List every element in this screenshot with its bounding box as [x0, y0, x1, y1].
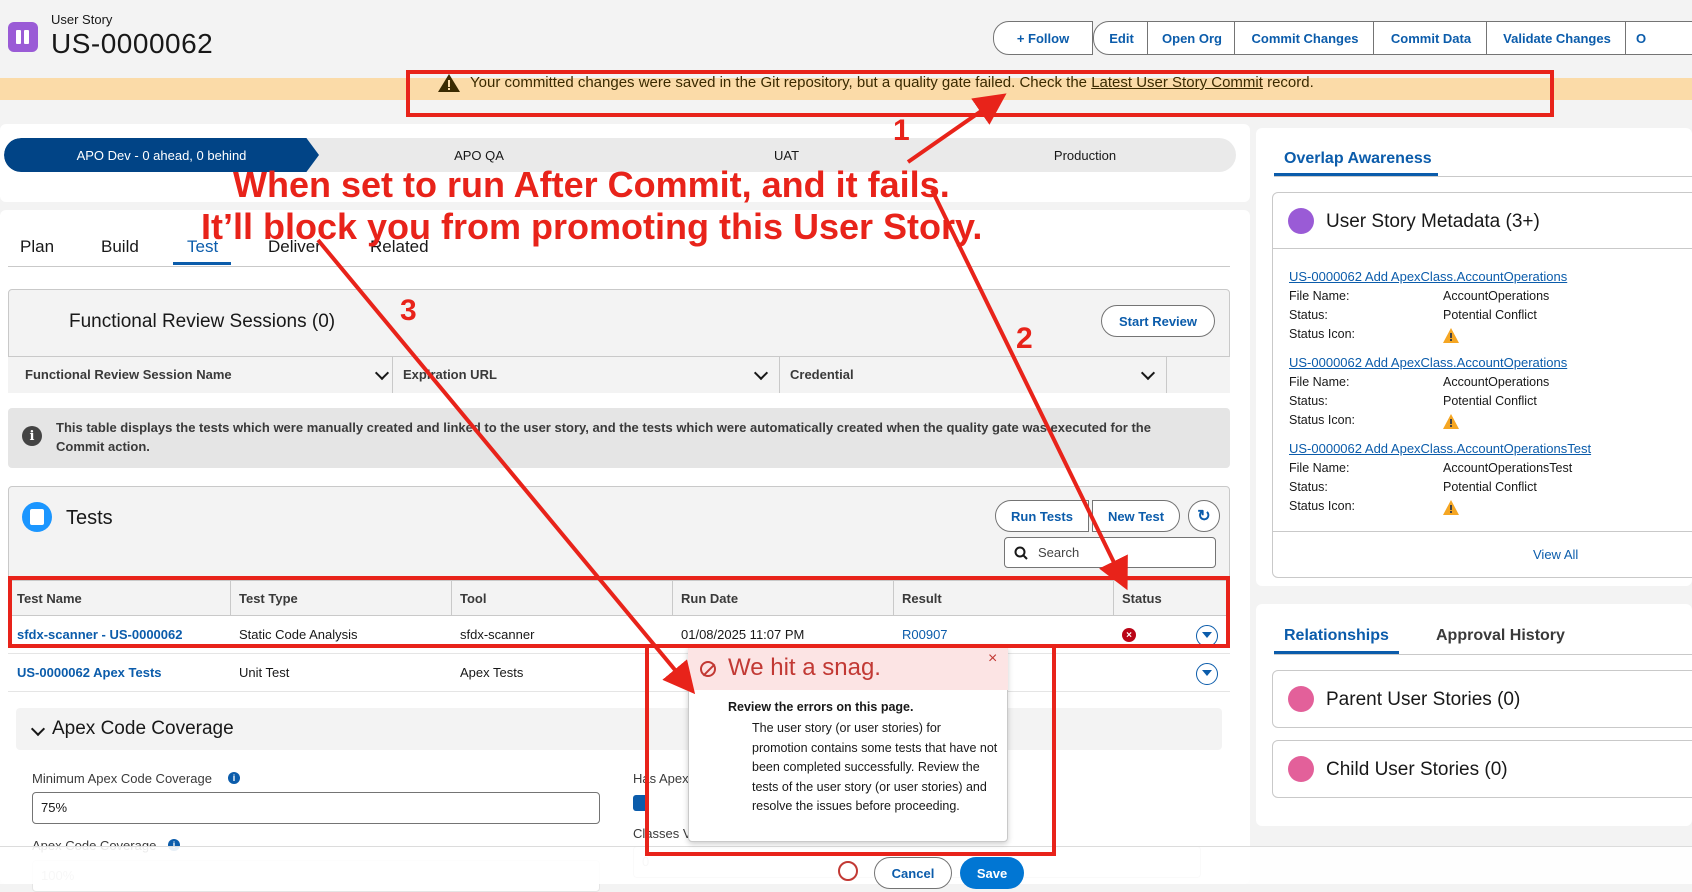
arrow-2 [930, 189, 1128, 591]
arrow-3 [316, 238, 696, 695]
arrow-1 [906, 93, 1007, 164]
annotation-arrows [316, 93, 1128, 695]
